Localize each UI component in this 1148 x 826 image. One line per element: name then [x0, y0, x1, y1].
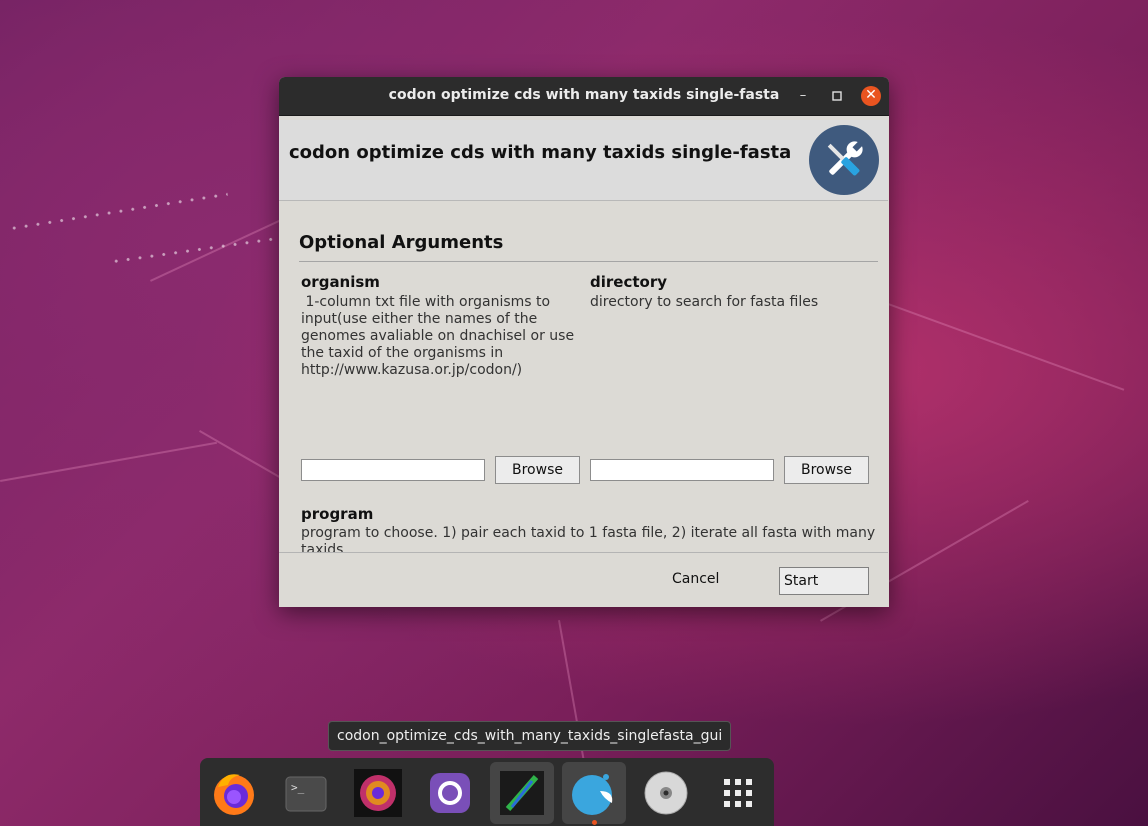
dvd-icon	[644, 771, 688, 815]
app-window: codon optimize cds with many taxids sing…	[279, 77, 889, 607]
cancel-button[interactable]: Cancel	[672, 571, 719, 587]
section-divider	[299, 261, 878, 262]
dock-item-firefox[interactable]	[202, 762, 266, 824]
organism-label: organism	[301, 273, 380, 291]
maximize-button[interactable]	[827, 86, 847, 106]
organism-browse-button[interactable]: Browse	[495, 456, 580, 484]
running-indicator	[592, 820, 597, 825]
minimize-button[interactable]: –	[793, 86, 813, 106]
start-button[interactable]: Start	[779, 567, 869, 595]
directory-input[interactable]	[590, 459, 774, 481]
organism-description-line: the taxid of the organisms in	[301, 345, 504, 361]
dock-item-dvd[interactable]	[634, 762, 698, 824]
program-description-line: program to choose. 1) pair each taxid to…	[301, 525, 876, 541]
organism-description-line: input(use either the names of the	[301, 311, 538, 327]
organism-description: 1-column txt file with organisms to inpu…	[301, 294, 574, 379]
directory-description: directory to search for fasta files	[590, 294, 819, 310]
dock-item-mandala[interactable]	[346, 762, 410, 824]
tools-icon	[809, 125, 879, 195]
mandala-app-icon	[354, 769, 402, 817]
organism-description-line: 1-column txt file with organisms to	[301, 294, 551, 310]
header-title: codon optimize cds with many taxids sing…	[289, 142, 792, 163]
directory-browse-button[interactable]: Browse	[784, 456, 869, 484]
maximize-icon	[832, 91, 842, 101]
close-button[interactable]: ✕	[861, 86, 881, 106]
svg-text:>_: >_	[291, 781, 305, 794]
dock: >_	[200, 758, 774, 826]
dock-item-github[interactable]	[418, 762, 482, 824]
close-icon: ✕	[865, 87, 877, 103]
firefox-icon	[214, 774, 254, 815]
dialog-footer: Cancel Start	[279, 552, 888, 607]
github-desktop-icon	[430, 773, 470, 813]
dock-tooltip: codon_optimize_cds_with_many_taxids_sing…	[328, 721, 732, 751]
terminal-icon: >_	[285, 776, 327, 812]
directory-label: directory	[590, 273, 667, 291]
dock-item-app-grid[interactable]	[706, 762, 770, 824]
organism-input[interactable]	[301, 459, 485, 481]
program-label: program	[301, 505, 374, 523]
section-title: Optional Arguments	[299, 232, 504, 253]
dock-item-python-app[interactable]	[562, 762, 626, 825]
form-area: Optional Arguments organism 1-column txt…	[279, 202, 888, 558]
dock-item-bio[interactable]	[490, 762, 554, 824]
organism-description-line: http://www.kazusa.or.jp/codon/)	[301, 362, 523, 378]
title-bar[interactable]: codon optimize cds with many taxids sing…	[279, 77, 889, 116]
bio-app-icon	[500, 771, 544, 815]
python-app-icon	[572, 774, 613, 815]
header-band: codon optimize cds with many taxids sing…	[279, 120, 888, 201]
organism-description-line: genomes avaliable on dnachisel or use	[301, 328, 575, 344]
dock-item-terminal[interactable]: >_	[274, 762, 338, 824]
app-grid-icon	[724, 779, 752, 807]
